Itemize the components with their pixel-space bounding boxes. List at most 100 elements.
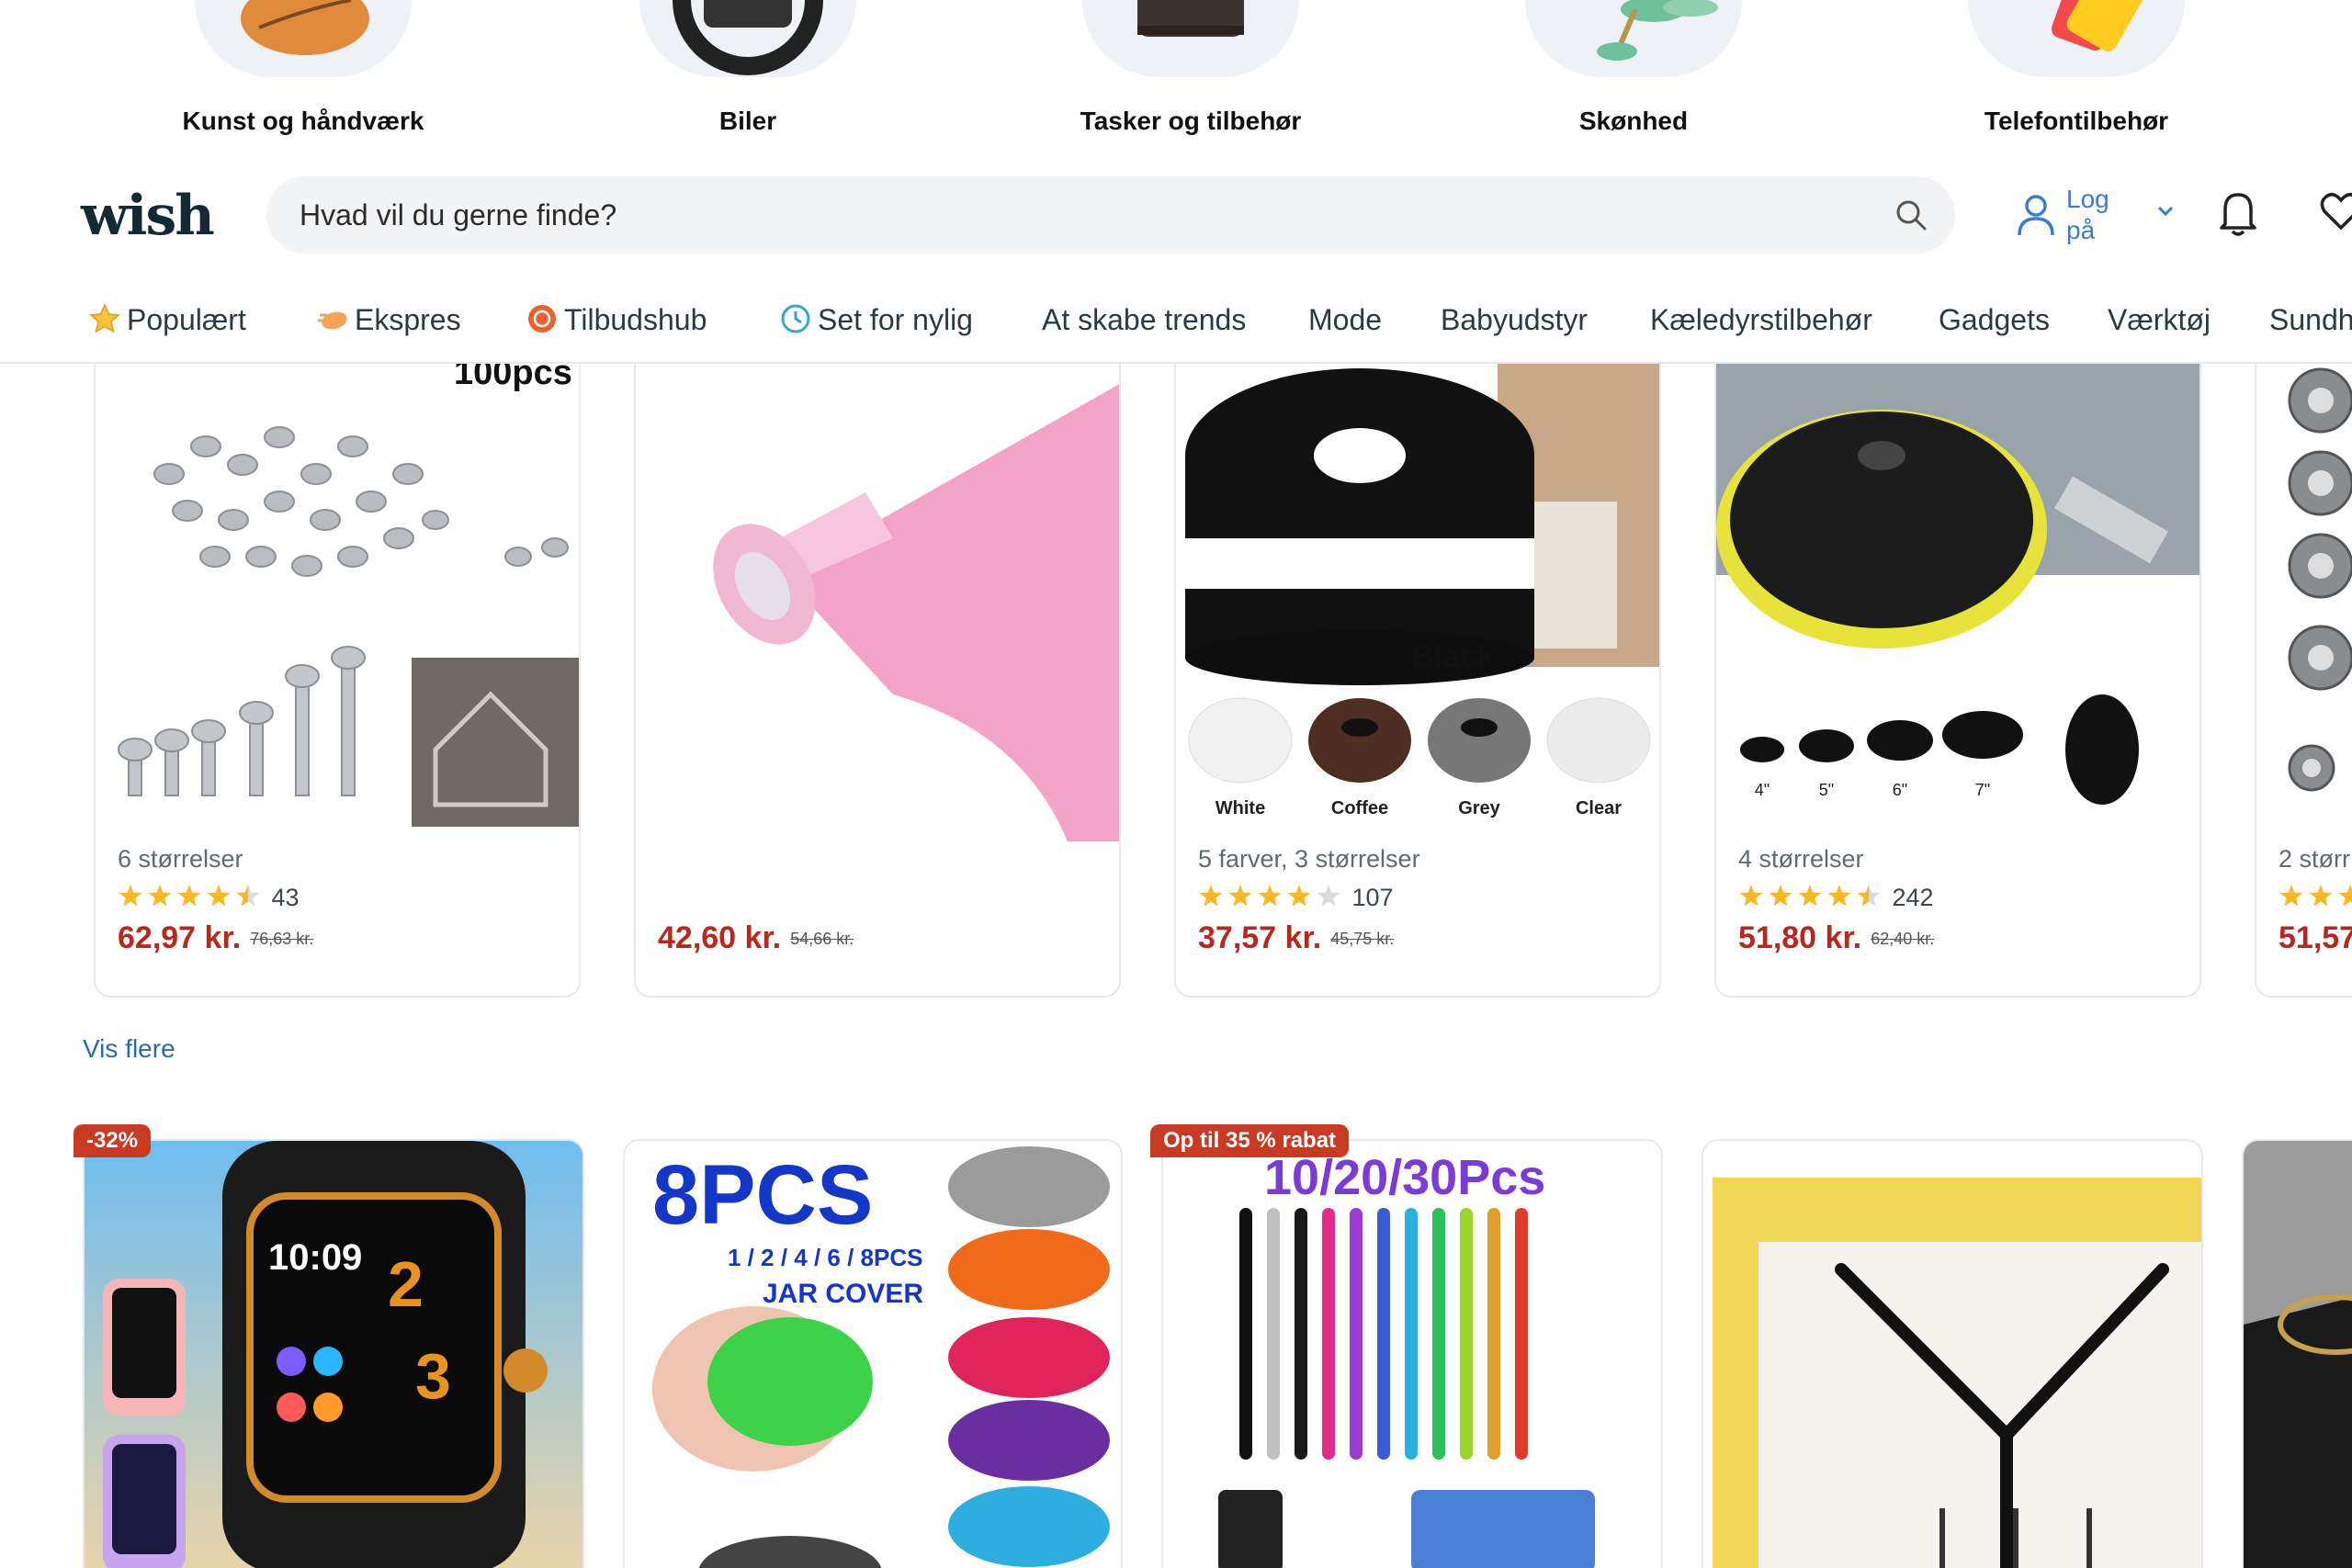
star — [2279, 885, 2303, 907]
product-price: 51,80 kr. 62,40 kr. — [1738, 920, 1934, 956]
tab-label: Set for nylig — [818, 303, 973, 336]
star — [2338, 885, 2352, 907]
product-image[interactable] — [1703, 1141, 2203, 1568]
search-bar[interactable] — [266, 176, 1955, 254]
product-card[interactable] — [2242, 1139, 2352, 1568]
product-card[interactable]: 10/20/30Pcs — [1161, 1139, 1663, 1568]
tab-label: Populært — [127, 303, 246, 336]
product-image[interactable]: 10:09 2 3 — [85, 1141, 584, 1568]
wish-logo[interactable]: wish — [81, 184, 215, 248]
product-rating: 242 — [1738, 884, 1934, 915]
image-caption: 8PCS — [652, 1148, 873, 1242]
tab-vaerktoj[interactable]: Værktøj — [2108, 299, 2211, 340]
product-rating: 43 — [118, 884, 300, 915]
product-image[interactable] — [2244, 1141, 2352, 1568]
login-button[interactable]: Log på — [2017, 184, 2182, 248]
tab-label: Ekspres — [355, 303, 461, 336]
category-label: Kunst og håndværk — [182, 107, 424, 135]
svg-text:3: 3 — [415, 1340, 451, 1412]
tab-gadgets[interactable]: Gadgets — [1939, 299, 2050, 340]
search-icon[interactable] — [1894, 198, 1928, 231]
category-tasker[interactable]: Tasker og tilbehør — [1025, 0, 1356, 136]
face-roller-icon — [1525, 0, 1742, 77]
current-price: 62,97 kr. — [118, 920, 242, 955]
product-variants: 5 farver, 3 størrelser — [1198, 845, 1420, 873]
tab-sundhed[interactable]: Sundh — [2269, 299, 2352, 340]
product-variants: 2 størr — [2278, 845, 2350, 873]
product-card[interactable]: 100pcs 6 størrelser 43 62,97 kr. 76,63 kr… — [94, 364, 581, 998]
category-biler[interactable]: Biler — [582, 0, 913, 136]
star-icon — [89, 303, 120, 333]
tab-mode[interactable]: Mode — [1308, 299, 1382, 340]
category-label: Skønhed — [1578, 107, 1689, 135]
category-telefon[interactable]: Telefontilbehør — [1911, 0, 2242, 136]
size-label: 6" — [1893, 781, 1907, 799]
tab-babyudstyr[interactable]: Babyudstyr — [1441, 299, 1588, 340]
search-input[interactable] — [300, 176, 1861, 254]
category-row: Kunst og håndværk Biler Tasker og tilbeh… — [0, 0, 2352, 156]
swatch-label: Grey — [1458, 798, 1500, 818]
bag-icon — [1082, 0, 1299, 77]
product-image[interactable]: 8PCS 1 / 2 / 4 / 6 / 8PCS JAR COVER — [625, 1141, 1123, 1568]
steering-wheel-icon — [639, 0, 856, 77]
user-icon — [2018, 195, 2054, 236]
product-card[interactable]: 8PCS 1 / 2 / 4 / 6 / 8PCS JAR COVER — [623, 1139, 1123, 1568]
star — [207, 885, 231, 907]
product-image[interactable]: 4" 5" 6" 7" — [1716, 364, 2199, 841]
product-image[interactable] — [636, 364, 1119, 841]
product-image[interactable]: Black White Coffee Grey Clear — [1176, 364, 1659, 841]
tab-label: Tilbudshub — [564, 303, 707, 336]
product-card[interactable]: 42,60 kr. 54,66 kr. — [634, 364, 1121, 998]
product-card[interactable]: 4" 5" 6" 7" 4 størrelser 242 51,80 kr. 62… — [1714, 364, 2201, 998]
image-subcaption: JAR COVER — [763, 1279, 923, 1309]
product-card[interactable] — [1702, 1139, 2203, 1568]
image-caption: 10:09 — [268, 1237, 362, 1278]
tab-popular[interactable]: Populært — [88, 299, 246, 340]
product-image[interactable]: 10/20/30Pcs — [1163, 1141, 1663, 1568]
stars-graphic — [119, 885, 260, 907]
image-caption: 10/20/30Pcs — [1264, 1150, 1545, 1205]
tab-kaeledyr[interactable]: Kæledyrstilbehør — [1650, 299, 1872, 340]
leaf-craft-icon — [195, 0, 412, 77]
category-label: Tasker og tilbehør — [1080, 107, 1302, 135]
bell-icon[interactable] — [2216, 187, 2260, 237]
current-price: 42,60 kr. — [658, 920, 782, 955]
tab-trends[interactable]: At skabe trends — [1042, 299, 1246, 340]
image-subcaption: 1 / 2 / 4 / 6 / 8PCS — [728, 1244, 922, 1271]
show-more-link[interactable]: Vis flere — [83, 1034, 175, 1064]
product-image[interactable]: 100pcs — [96, 364, 579, 841]
swatch-label: Clear — [1576, 798, 1622, 818]
tab-tilbudshub[interactable]: Tilbudshub — [526, 299, 707, 340]
product-card[interactable]: 2 størr 51,57 — [2255, 364, 2352, 998]
chevron-down-icon[interactable] — [2154, 200, 2177, 222]
product-card[interactable]: Black White Coffee Grey Clear 5 farver, … — [1174, 364, 1661, 998]
star — [1798, 885, 1822, 907]
login-label: Log på — [2066, 185, 2109, 244]
category-skonhed[interactable]: Skønhed — [1468, 0, 1799, 136]
star — [1317, 885, 1340, 907]
star-rating — [1738, 884, 1885, 916]
old-price: 62,40 kr. — [1871, 930, 1935, 948]
review-count: 43 — [271, 884, 300, 911]
star — [1287, 885, 1311, 907]
product-variants: 4 størrelser — [1738, 845, 1864, 873]
tab-ekspres[interactable]: Ekspres — [316, 299, 461, 340]
image-caption: Black — [1411, 639, 1495, 674]
product-price: 37,57 kr. 45,75 kr. — [1198, 920, 1394, 956]
old-price: 76,63 kr. — [250, 930, 314, 948]
stars-graphic — [1739, 885, 1881, 907]
category-kunst[interactable]: Kunst og håndværk — [138, 0, 469, 136]
star — [236, 885, 260, 907]
review-count: 242 — [1892, 884, 1934, 911]
heart-icon[interactable] — [2319, 189, 2352, 231]
phone-case-icon — [1968, 0, 2185, 77]
tab-set-for-nylig[interactable]: Set for nylig — [779, 299, 973, 340]
star — [177, 885, 201, 907]
site-header: wish Log på — [0, 156, 2352, 271]
product-variants: 6 størrelser — [118, 845, 243, 873]
size-label: 7" — [1975, 781, 1990, 799]
product-card[interactable]: 10:09 2 3 — [83, 1139, 584, 1568]
stars-graphic — [1199, 885, 1340, 907]
product-image[interactable] — [2256, 364, 2352, 841]
product-rating — [2278, 884, 2352, 915]
